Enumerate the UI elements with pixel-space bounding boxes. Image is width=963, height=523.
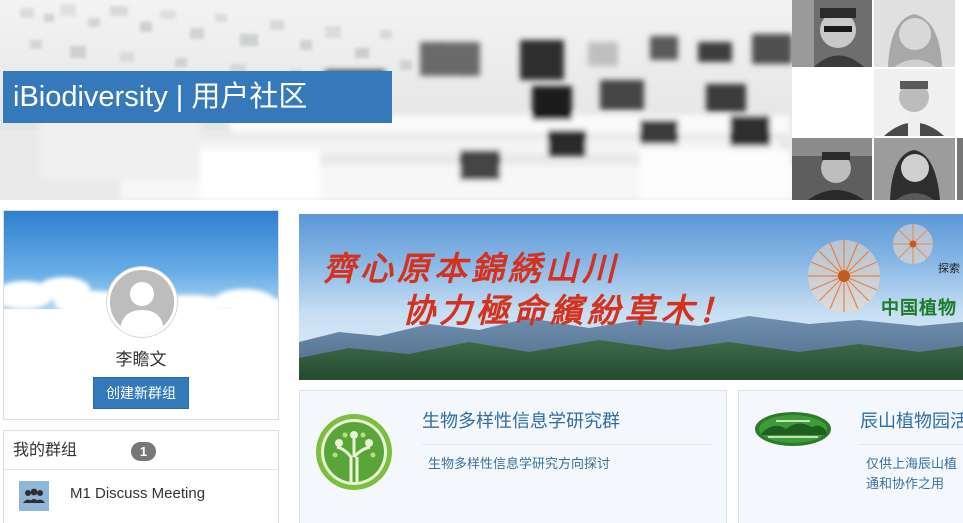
banner-org-name: 中国植物	[881, 298, 957, 318]
group-card-description: 仅供上海辰山植 通和协作之用	[866, 456, 958, 491]
my-groups-header: 我的群组 1	[4, 431, 278, 470]
banner-slogan-line-2: 协力極命繽紛草木！	[402, 291, 735, 330]
member-photo[interactable]	[874, 138, 955, 200]
group-count-badge: 1	[131, 442, 156, 461]
member-photo[interactable]	[792, 0, 872, 67]
my-groups-panel: 我的群组 1 M1 Discuss Meeting	[3, 430, 279, 523]
divider	[422, 444, 712, 445]
divider	[860, 444, 963, 445]
tree-logo-icon	[316, 414, 392, 490]
my-groups-heading: 我的群组	[13, 442, 78, 459]
member-photo[interactable]	[874, 0, 955, 67]
header-banner: iBiodiversity | 用户社区	[0, 0, 963, 200]
group-card[interactable]: 辰山植物园活 仅供上海辰山植 通和协作之用	[738, 390, 963, 523]
dandelion-icon	[893, 224, 933, 264]
default-avatar-icon	[110, 270, 174, 334]
banner-tag: 探索	[938, 263, 960, 275]
featured-banner[interactable]: 齊心原本錦綉山川 协力極命繽紛草木！ 探索 中国植物	[299, 214, 963, 380]
group-card-title[interactable]: 生物多样性信息学研究群	[422, 407, 620, 433]
member-photo[interactable]	[792, 138, 872, 200]
group-card-description: 生物多样性信息学研究方向探讨	[428, 456, 611, 471]
banner-slogan-line-1: 齊心原本錦綉山川	[323, 249, 619, 288]
avatar[interactable]	[107, 267, 177, 337]
site-title[interactable]: iBiodiversity | 用户社区	[3, 71, 392, 123]
profile-card: 李瞻文 创建新群组	[3, 210, 279, 420]
people-group-icon	[19, 481, 49, 511]
group-name[interactable]: M1 Discuss Meeting	[70, 485, 205, 502]
group-card[interactable]: 生物多样性信息学研究群 生物多样性信息学研究方向探讨	[299, 390, 727, 523]
create-group-button[interactable]: 创建新群组	[93, 377, 189, 409]
user-name[interactable]: 李瞻文	[4, 345, 278, 370]
my-group-item[interactable]: M1 Discuss Meeting	[4, 470, 278, 520]
garden-logo-icon	[755, 412, 831, 446]
dandelion-icon	[808, 240, 880, 312]
group-card-title[interactable]: 辰山植物园活	[860, 407, 963, 433]
member-photo[interactable]	[874, 69, 955, 136]
member-photo[interactable]	[957, 138, 963, 200]
member-photo-grid	[792, 0, 963, 200]
